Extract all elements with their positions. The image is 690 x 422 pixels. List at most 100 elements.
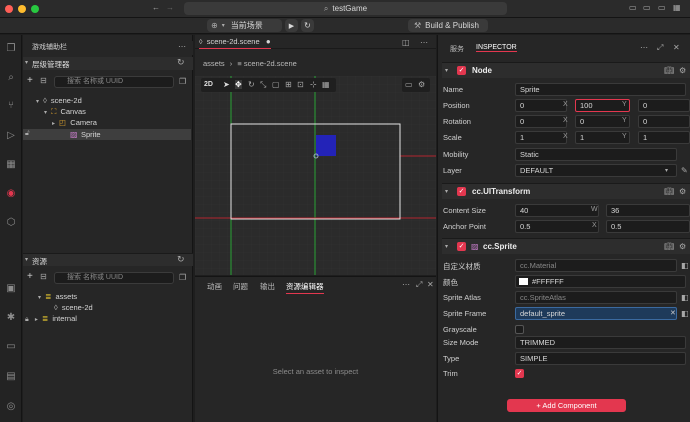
scale-x-field[interactable]: 1 — [515, 131, 567, 144]
copy-icon[interactable]: ❐ — [179, 273, 186, 282]
build-publish-button[interactable]: ⚒ Build & Publish — [408, 19, 488, 32]
assets-header[interactable]: ▾ 资源 ↻ — [23, 253, 193, 266]
pivot-icon[interactable]: ⊞ — [285, 80, 292, 89]
package-icon[interactable]: ⬡ — [4, 216, 18, 230]
more-icon[interactable]: ⋯ — [420, 38, 428, 47]
tab-inspector[interactable]: INSPECTOR — [476, 44, 517, 52]
close-icon[interactable]: ✕ — [673, 43, 680, 52]
position-x-field[interactable]: 0 — [515, 99, 567, 112]
monitor-icon[interactable]: ▭ — [4, 340, 18, 354]
tab-problems[interactable]: 问题 — [233, 281, 248, 292]
asset-item-internal[interactable]: 🔒︎ ▸ ≣ internal — [25, 313, 77, 324]
edit-pencil-icon[interactable]: ✎ — [681, 166, 688, 175]
extensions-icon[interactable]: ▦ — [4, 158, 18, 172]
layout-left-icon[interactable]: ▭ — [629, 3, 637, 12]
mode-2d-toggle[interactable]: 2D — [204, 81, 213, 88]
tree-item-canvas[interactable]: ▾ ⛶ Canvas — [44, 106, 86, 117]
minimize-window-button[interactable] — [18, 5, 26, 13]
add-node-icon[interactable]: + — [27, 75, 33, 86]
node-enabled-checkbox[interactable]: ✓ — [457, 66, 466, 75]
layout-bottom-icon[interactable]: ▭ — [643, 3, 651, 12]
size-mode-select[interactable]: TRIMMED — [515, 336, 686, 349]
close-icon[interactable]: ✕ — [427, 280, 434, 289]
layout-right-icon[interactable]: ▭ — [658, 3, 666, 12]
hierarchy-search-input[interactable]: 搜索 名称或 UUID — [54, 76, 174, 88]
split-editor-icon[interactable]: ◫ — [402, 38, 410, 47]
name-field[interactable]: Sprite — [515, 83, 686, 96]
close-window-button[interactable] — [5, 5, 13, 13]
breadcrumb-file[interactable]: scene-2d.scene — [244, 59, 297, 68]
scene-select[interactable]: ⊕ ▾ 当前场景 — [207, 19, 282, 32]
help-book-icon[interactable]: 📖︎ — [664, 66, 674, 75]
view-icon[interactable]: ▭ — [405, 80, 413, 89]
trim-checkbox[interactable]: ✓ — [515, 369, 524, 378]
sprite-enabled-checkbox[interactable]: ✓ — [457, 242, 466, 251]
custom-material-field[interactable]: cc.Material — [515, 259, 677, 272]
help-book-icon[interactable]: 📖︎ — [664, 187, 674, 196]
uitransform-section-header[interactable]: ▾ ✓ cc.UITransform 📖︎ ⚙ — [442, 183, 690, 199]
forward-arrow-icon[interactable]: → — [166, 3, 174, 12]
sprite-atlas-field[interactable]: cc.SpriteAtlas — [515, 291, 677, 304]
tab-animation[interactable]: 动画 — [207, 281, 222, 292]
chip-icon[interactable]: ▣ — [4, 282, 18, 296]
server-icon[interactable]: ▤ — [4, 370, 18, 384]
refresh-icon[interactable]: ↻ — [177, 254, 185, 265]
sprite-section-header[interactable]: ▾ ✓ ▨ cc.Sprite 📖︎ ⚙ — [442, 238, 690, 254]
rotate-tool-icon[interactable]: ↻ — [248, 80, 255, 89]
snap-icon[interactable]: ⊹ — [310, 80, 317, 89]
rect-tool-icon[interactable]: ▢ — [272, 80, 280, 89]
anchor-x-field[interactable]: 0.5 — [515, 220, 599, 233]
account-icon[interactable]: ◎ — [4, 400, 18, 414]
assets-search-input[interactable]: 搜索 名称或 UUID — [54, 272, 174, 284]
anchor-y-field[interactable]: 0.5 — [606, 220, 690, 233]
grid-icon[interactable]: ▦ — [322, 80, 330, 89]
content-width-field[interactable]: 40 — [515, 204, 599, 217]
scale-z-field[interactable]: 1 — [638, 131, 690, 144]
tab-services[interactable]: 服务 — [450, 44, 464, 54]
help-book-icon[interactable]: 📖︎ — [664, 242, 674, 251]
uitransform-enabled-checkbox[interactable]: ✓ — [457, 187, 466, 196]
refresh-button[interactable]: ↻ — [301, 19, 314, 32]
gear-icon[interactable]: ⚙ — [418, 80, 425, 89]
tree-item-scene[interactable]: ▾ ◊ scene-2d — [36, 95, 82, 106]
files-icon[interactable]: ❐ — [4, 42, 18, 56]
tree-item-sprite[interactable]: 🔓︎ ▨ Sprite — [23, 129, 191, 140]
gear-icon[interactable]: ⚙ — [679, 66, 686, 75]
lock-icon[interactable]: 🔓︎ — [25, 130, 30, 138]
grayscale-checkbox[interactable] — [515, 325, 524, 334]
asset-item-scene[interactable]: ◊ scene-2d — [54, 302, 93, 313]
gear-icon[interactable]: ⚙ — [679, 187, 686, 196]
tab-output[interactable]: 输出 — [260, 281, 275, 292]
zoom-window-button[interactable] — [31, 5, 39, 13]
asset-item-assets[interactable]: ▾ ≣ assets — [38, 291, 77, 302]
breadcrumb-root[interactable]: assets — [203, 59, 225, 68]
gear-icon[interactable]: ⚙ — [679, 242, 686, 251]
unsaved-dot-icon[interactable]: ● — [266, 37, 271, 46]
copy-icon[interactable]: ❐ — [179, 77, 186, 86]
color-field[interactable]: #FFFFFF — [515, 275, 686, 288]
more-icon[interactable]: ⋯ — [402, 280, 410, 289]
maximize-icon[interactable]: ⤢ — [657, 43, 663, 53]
local-icon[interactable]: ⊡ — [297, 80, 304, 89]
bug-icon[interactable]: ✱ — [4, 311, 18, 325]
scene-viewport[interactable] — [195, 76, 436, 275]
add-component-button[interactable]: + Add Component — [507, 399, 626, 412]
layout-grid-icon[interactable]: ▦ — [673, 3, 681, 12]
source-control-icon[interactable]: ⑂ — [4, 99, 18, 113]
rotation-z-field[interactable]: 0 — [638, 115, 690, 128]
back-arrow-icon[interactable]: ← — [152, 3, 160, 12]
locate-icon[interactable]: ◧ — [681, 309, 689, 318]
locate-icon[interactable]: ◧ — [681, 293, 689, 302]
type-select[interactable]: SIMPLE — [515, 352, 686, 365]
collapse-icon[interactable]: ⊟ — [40, 272, 47, 281]
scale-tool-icon[interactable]: ⤡ — [260, 80, 266, 90]
move-tool-icon[interactable]: ✥ — [235, 80, 242, 89]
game-icon[interactable]: ◉ — [4, 187, 18, 201]
node-section-header[interactable]: ▾ ✓ Node 📖︎ ⚙ — [442, 62, 690, 78]
mobility-select[interactable]: Static — [515, 148, 677, 161]
clear-icon[interactable]: ✕ — [670, 309, 676, 317]
add-asset-icon[interactable]: + — [27, 271, 33, 282]
more-icon[interactable]: ⋯ — [178, 42, 186, 51]
sprite-frame-field[interactable]: default_sprite — [515, 307, 677, 320]
search-icon[interactable]: ⌕ — [4, 71, 18, 85]
